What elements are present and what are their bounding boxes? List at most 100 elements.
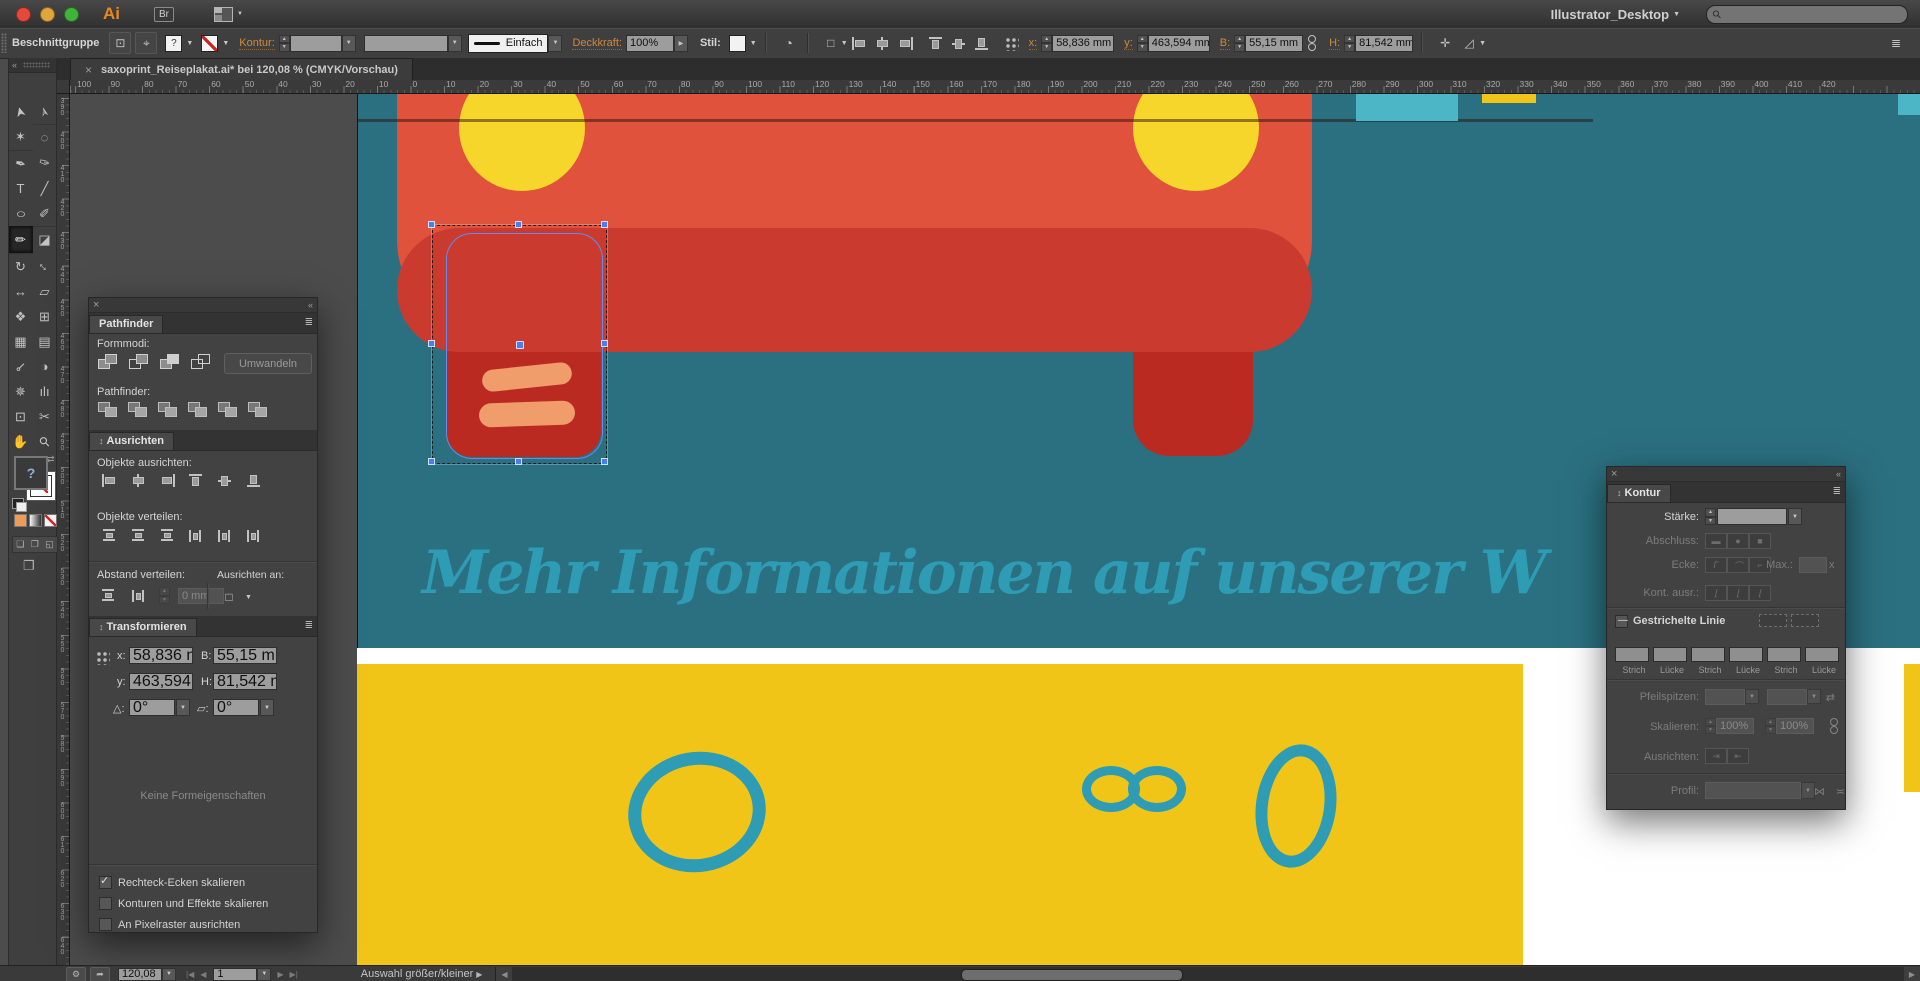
gradient-button[interactable] — [29, 514, 42, 527]
crop-icon[interactable] — [187, 401, 208, 418]
staerke-stepper[interactable]: ▲▼ — [1705, 508, 1716, 525]
draw-normal-icon[interactable]: ❏ — [16, 539, 24, 550]
search-input[interactable] — [1725, 7, 1879, 21]
distribute-left-icon[interactable] — [189, 529, 204, 542]
export-icon[interactable]: ➦ — [90, 967, 110, 981]
staerke-dropdown[interactable]: ▼ — [1788, 508, 1802, 525]
free-transform-tool[interactable]: ▱ — [33, 279, 57, 304]
draw-behind-icon[interactable]: ❐ — [31, 539, 39, 550]
isolate-group-icon[interactable]: ⊡ — [109, 32, 131, 54]
align-to-selection-icon[interactable]: □ — [821, 33, 841, 53]
paintbrush-tool[interactable]: ✐ — [33, 201, 57, 226]
checkbox-row[interactable]: Rechteck-Ecken skalieren — [99, 876, 245, 889]
bridge-button[interactable]: Br — [154, 7, 174, 22]
panel-menu-icon[interactable]: ≣ — [1833, 486, 1841, 497]
selection-handle-e[interactable] — [601, 340, 608, 347]
drag-grip-icon[interactable] — [23, 62, 50, 68]
chevron-down-icon[interactable]: ▼ — [1479, 40, 1486, 47]
fill-color-swatch[interactable]: ? — [165, 35, 182, 52]
ellipse-tool[interactable]: ○ — [9, 201, 33, 226]
selection-handle-nw[interactable] — [428, 221, 435, 228]
chevron-down-icon[interactable]: ▼ — [1673, 11, 1680, 18]
zoom-level-field[interactable]: 120,08 — [118, 968, 162, 981]
direct-selection-tool[interactable]: ➢ — [33, 99, 57, 124]
align-top-icon[interactable] — [189, 474, 204, 487]
artboard-field[interactable]: 1 — [213, 968, 257, 981]
opacity-expand-button[interactable]: ▶ — [674, 35, 688, 52]
minimize-window-button[interactable] — [40, 7, 55, 22]
checkbox[interactable] — [99, 876, 112, 889]
selection-handle-se[interactable] — [601, 458, 608, 465]
y-label[interactable]: y: — [1124, 37, 1133, 50]
rotate-field[interactable]: 0° — [129, 699, 175, 716]
selected-path-outline[interactable] — [446, 233, 603, 459]
artboard-dropdown[interactable]: ▼ — [257, 968, 271, 981]
reference-point-locator[interactable] — [95, 650, 110, 665]
fill-swatch[interactable]: ? — [14, 456, 48, 490]
vertical-ruler[interactable]: 3904004104204304404504604704804905005105… — [57, 94, 70, 965]
shape-builder-tool[interactable]: ❖ — [9, 304, 33, 329]
magic-wand-tool[interactable]: ✶ — [9, 124, 33, 149]
checkbox[interactable] — [99, 918, 112, 931]
height-field[interactable]: 81,542 mm — [1355, 35, 1413, 52]
distribute-center-h-icon[interactable] — [218, 529, 233, 542]
exclude-icon[interactable] — [190, 354, 211, 371]
y-stepper[interactable]: ▲▼ — [1137, 35, 1148, 52]
reference-point-icon[interactable] — [1004, 36, 1019, 51]
checkbox[interactable] — [99, 897, 112, 910]
shear-dropdown[interactable]: ▼ — [260, 699, 274, 716]
none-button[interactable] — [44, 514, 57, 527]
selection-handle-sw[interactable] — [428, 458, 435, 465]
unite-icon[interactable] — [97, 354, 118, 371]
first-artboard-icon[interactable]: |◀ — [186, 970, 194, 979]
sync-settings-icon[interactable]: ⚙ — [66, 967, 86, 981]
selection-handle-n[interactable] — [515, 221, 522, 228]
align-left-icon[interactable] — [852, 37, 867, 50]
slice-tool[interactable]: ✂ — [33, 404, 57, 429]
pen-tool[interactable]: ✒ — [9, 150, 33, 176]
column-graph-tool[interactable]: ılı — [33, 379, 57, 404]
align-right-icon[interactable] — [160, 474, 175, 487]
brush-definition-field[interactable] — [364, 35, 448, 52]
distribute-space-h-icon[interactable] — [132, 589, 147, 602]
outline-icon[interactable] — [217, 401, 238, 418]
width-label[interactable]: B: — [1220, 37, 1230, 50]
line-tool[interactable]: ╱ — [33, 176, 57, 201]
tab-ausrichten[interactable]: ↕Ausrichten — [89, 432, 174, 450]
stroke-weight-dropdown[interactable]: ▼ — [342, 35, 356, 52]
dash-field-1[interactable] — [1615, 647, 1649, 662]
shear-field[interactable]: 0° — [213, 699, 259, 716]
transform-height-field[interactable]: 81,542 mm — [213, 673, 277, 690]
stroke-align-outside-icon[interactable]: ⌊ — [1749, 585, 1771, 601]
scale-tool[interactable]: ↔ — [33, 253, 57, 278]
status-expand-icon[interactable]: ▶ — [476, 970, 482, 979]
align-center-h-icon[interactable] — [131, 474, 146, 487]
draw-inside-icon[interactable]: ◱ — [45, 539, 54, 550]
trim-icon[interactable] — [127, 401, 148, 418]
join-miter-icon[interactable]: Γ — [1705, 557, 1727, 573]
gradient-tool[interactable]: ▤ — [33, 329, 57, 354]
dash-field-2[interactable] — [1653, 647, 1687, 662]
zoom-tool[interactable]: ⚲ — [33, 429, 57, 454]
opacity-label[interactable]: Deckkraft: — [572, 37, 622, 50]
distribute-center-v-icon[interactable] — [131, 529, 146, 542]
panel-menu-icon[interactable]: ≣ — [305, 317, 313, 328]
default-fill-stroke-icon[interactable] — [12, 498, 24, 509]
transform-y-field[interactable]: 463,594 mm — [129, 673, 193, 690]
dash-field-6[interactable] — [1805, 647, 1839, 662]
scrollbar-thumb[interactable] — [961, 969, 1183, 981]
stroke-weight-label[interactable]: Kontur: — [239, 37, 274, 50]
horizontal-ruler[interactable]: 1009080706050403020100102030405060708090… — [70, 80, 1920, 94]
distribute-right-icon[interactable] — [247, 529, 262, 542]
previous-artboard-icon[interactable]: ◀ — [200, 970, 206, 979]
recolor-artwork-icon[interactable]: ◔ — [779, 33, 799, 53]
stroke-style-field[interactable]: Einfach — [468, 34, 549, 53]
width-stepper[interactable]: ▲▼ — [1234, 35, 1245, 52]
next-artboard-icon[interactable]: ▶ — [277, 970, 283, 979]
close-panel-icon[interactable]: × — [93, 300, 99, 310]
hand-tool[interactable]: ✋ — [9, 429, 33, 454]
align-right-icon[interactable] — [898, 37, 913, 50]
brush-definition-dropdown[interactable]: ▼ — [448, 35, 462, 52]
artboard-tool[interactable]: ⊡ — [9, 404, 33, 429]
scroll-right-icon[interactable]: ▶ — [1904, 967, 1920, 981]
